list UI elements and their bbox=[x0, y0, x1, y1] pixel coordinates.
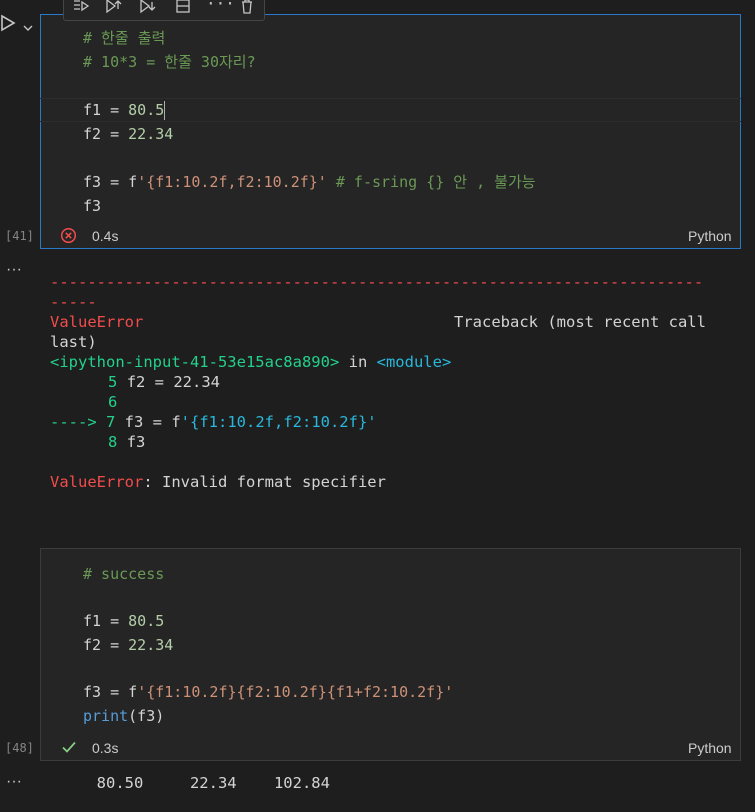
text-cursor bbox=[164, 101, 166, 120]
execution-count: [48] bbox=[5, 741, 34, 755]
code-line: f1 = 80.5 bbox=[83, 101, 166, 120]
output-more-icon[interactable]: ··· bbox=[6, 261, 22, 279]
output-more-icon[interactable]: ··· bbox=[6, 773, 22, 791]
traceback-line-error: ----> 7 f3 = f'{f1:10.2f,f2:10.2f}' bbox=[50, 413, 377, 431]
code-line: # 10*3 = 한줄 30자리? bbox=[83, 53, 256, 71]
error-circle-icon bbox=[60, 227, 77, 248]
error-message: ValueError: Invalid format specifier bbox=[50, 473, 386, 491]
cell-output: 80.50 22.34 102.84 bbox=[50, 774, 330, 792]
code-line: f1 = 80.5 bbox=[83, 612, 165, 630]
language-selector[interactable]: Python bbox=[688, 740, 732, 756]
play-icon bbox=[1, 14, 16, 32]
traceback-line: 5 f2 = 22.34 bbox=[108, 373, 221, 391]
run-by-line-icon[interactable] bbox=[72, 0, 90, 19]
execution-duration: 0.3s bbox=[92, 740, 119, 756]
traceback-last: last) bbox=[50, 333, 97, 351]
execute-below-icon[interactable] bbox=[138, 0, 156, 19]
language-selector[interactable]: Python bbox=[688, 228, 732, 244]
delete-icon[interactable] bbox=[238, 0, 256, 19]
code-line: f2 = 22.34 bbox=[83, 125, 174, 143]
traceback-dashes: ----- bbox=[50, 293, 97, 311]
traceback-line: 8 f3 bbox=[108, 433, 146, 451]
code-line: # success bbox=[83, 565, 165, 583]
check-icon bbox=[61, 739, 77, 759]
execute-above-icon[interactable] bbox=[104, 0, 122, 19]
code-line: print(f3) bbox=[83, 707, 165, 725]
traceback-label: Traceback (most recent call bbox=[454, 313, 706, 331]
run-cell-button[interactable] bbox=[0, 14, 18, 40]
code-line: f2 = 22.34 bbox=[83, 636, 174, 654]
traceback-dashes: ----------------------------------------… bbox=[50, 273, 704, 291]
traceback-line: 6 bbox=[108, 393, 118, 411]
traceback-location: <ipython-input-41-53e15ac8a890> in <modu… bbox=[50, 353, 452, 371]
code-line: # 한줄 출력 bbox=[83, 29, 166, 47]
cell-toolbar: ··· bbox=[63, 0, 265, 21]
more-icon[interactable]: ··· bbox=[206, 0, 235, 13]
traceback-header: ValueError bbox=[50, 313, 144, 331]
execution-duration: 0.4s bbox=[92, 228, 119, 244]
code-line: f3 = f'{f1:10.2f}{f2:10.2f}{f1+f2:10.2f}… bbox=[83, 683, 454, 701]
code-line: f3 = f'{f1:10.2f,f2:10.2f}' # f-sring {}… bbox=[83, 173, 536, 191]
split-cell-icon[interactable] bbox=[174, 0, 192, 19]
code-line: f3 bbox=[83, 197, 102, 215]
execution-count: [41] bbox=[5, 229, 34, 243]
run-options-chevron-icon[interactable] bbox=[22, 18, 34, 37]
